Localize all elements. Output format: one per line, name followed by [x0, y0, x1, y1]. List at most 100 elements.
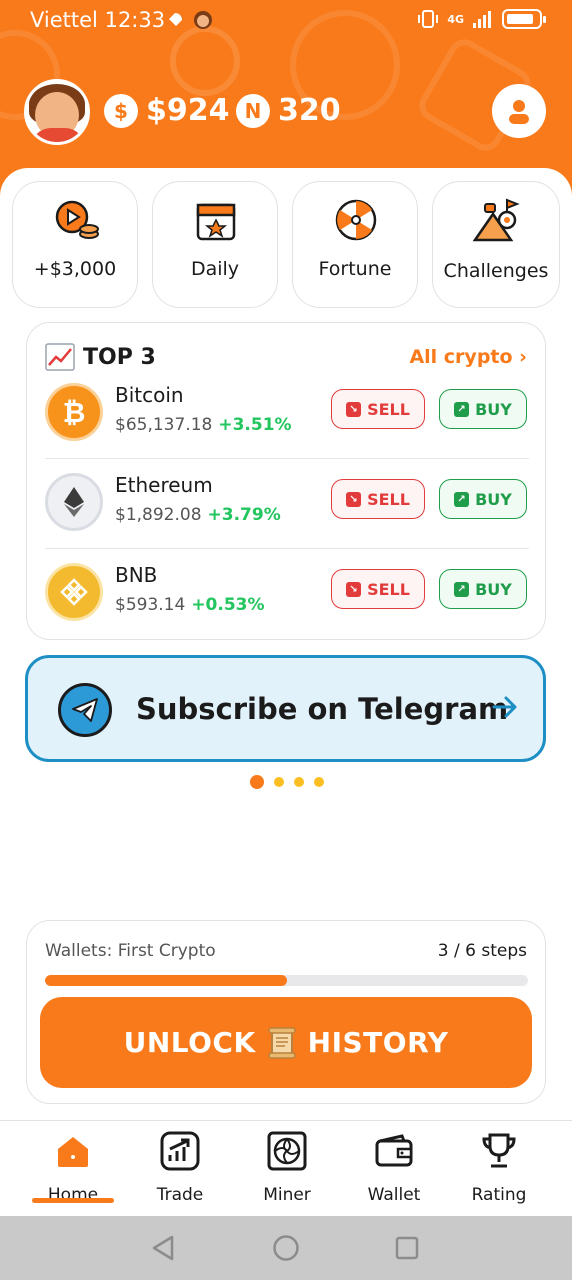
system-navigation-bar: [0, 1216, 572, 1280]
crypto-name: Bitcoin: [115, 383, 184, 407]
progress-label: Wallets: First Crypto: [45, 941, 216, 961]
quick-action-daily[interactable]: Daily: [152, 181, 278, 308]
arrow-down-right-icon: ↘: [346, 401, 362, 417]
chart-increasing-icon: [45, 343, 75, 371]
progress-steps: 3 / 6 steps: [437, 941, 527, 961]
arrow-down-right-icon: ↘: [346, 491, 362, 507]
crypto-price: $1,892.08: [115, 505, 202, 525]
quick-action-challenges[interactable]: Challenges: [432, 181, 560, 308]
quick-actions: +$3,000 Daily Fortune Challenges: [12, 181, 560, 308]
arrow-up-right-icon: ↗: [454, 401, 470, 417]
trophy-icon: [479, 1131, 519, 1171]
crypto-name: BNB: [115, 563, 158, 587]
nav-wallet[interactable]: Wallet: [344, 1129, 444, 1213]
profile-button[interactable]: [492, 84, 546, 138]
sell-button[interactable]: ↘ SELL: [331, 389, 425, 429]
buy-label: BUY: [475, 579, 512, 599]
recents-icon[interactable]: [394, 1235, 420, 1261]
wallet-progress-card: Wallets: First Crypto 3 / 6 steps UNLOCK…: [26, 920, 546, 1104]
crypto-change: +3.51%: [218, 415, 292, 435]
crypto-price-line: $593.14 +0.53%: [115, 595, 265, 615]
sell-label: SELL: [367, 399, 410, 419]
trophy-mountain-icon: [472, 198, 520, 242]
carousel-dot[interactable]: [314, 777, 324, 787]
sell-label: SELL: [367, 489, 410, 509]
wallet-icon: [374, 1131, 414, 1171]
nav-label: Wallet: [367, 1185, 421, 1205]
nav-label: Trade: [156, 1185, 204, 1205]
buy-label: BUY: [475, 399, 512, 419]
video-coins-icon: [55, 200, 99, 239]
quick-action-fortune[interactable]: Fortune: [292, 181, 418, 308]
carousel-dot[interactable]: [294, 777, 304, 787]
telegram-banner-text: Subscribe on Telegram: [136, 692, 509, 726]
home-circle-icon[interactable]: [272, 1234, 300, 1262]
telegram-icon: [58, 683, 112, 737]
clock: 12:33: [104, 8, 166, 32]
nav-miner[interactable]: Miner: [237, 1129, 337, 1213]
quick-action-label: Fortune: [318, 258, 392, 280]
nav-label: Rating: [471, 1185, 527, 1205]
nav-rating[interactable]: Rating: [449, 1129, 549, 1213]
crypto-change: +3.79%: [207, 505, 281, 525]
crypto-price-line: $1,892.08 +3.79%: [115, 505, 281, 525]
n-balance-value: 320: [278, 93, 341, 128]
buy-button[interactable]: ↗ BUY: [439, 479, 527, 519]
progress-bar: [45, 975, 528, 986]
arrow-down-right-icon: ↘: [346, 581, 362, 597]
all-crypto-link[interactable]: All crypto ›: [409, 346, 527, 368]
sell-button[interactable]: ↘ SELL: [331, 479, 425, 519]
arrow-right-icon: [492, 696, 517, 718]
crypto-row-ethereum[interactable]: Ethereum $1,892.08 +3.79% ↘ SELL ↗ BUY: [45, 459, 529, 549]
ethereum-icon: [45, 473, 103, 531]
sell-label: SELL: [367, 579, 410, 599]
crypto-row-bnb[interactable]: BNB $593.14 +0.53% ↘ SELL ↗ BUY: [45, 549, 529, 639]
miner-fan-icon: [267, 1131, 307, 1171]
buy-label: BUY: [475, 489, 512, 509]
buy-button[interactable]: ↗ BUY: [439, 569, 527, 609]
calendar-star-icon: [196, 203, 236, 241]
bitcoin-icon: ₿: [45, 383, 103, 441]
n-balance: N 320: [236, 93, 341, 128]
carousel-dots: [250, 775, 324, 789]
battery-icon: [502, 9, 546, 29]
usd-balance: $ $924: [104, 93, 230, 128]
nav-trade[interactable]: Trade: [130, 1129, 230, 1213]
unlock-history-button[interactable]: UNLOCK HISTORY: [40, 997, 532, 1088]
trade-chart-icon: [160, 1131, 200, 1171]
arrow-up-right-icon: ↗: [454, 581, 470, 597]
quick-action-label: Challenges: [443, 260, 549, 282]
sell-button[interactable]: ↘ SELL: [331, 569, 425, 609]
bnb-icon: [45, 563, 103, 621]
carousel-dot[interactable]: [274, 777, 284, 787]
telegram-banner[interactable]: Subscribe on Telegram: [25, 655, 546, 762]
crypto-name: Ethereum: [115, 473, 213, 497]
quick-action-label: Daily: [190, 258, 240, 280]
scroll-icon: [267, 1026, 296, 1059]
buy-button[interactable]: ↗ BUY: [439, 389, 527, 429]
user-icon: [509, 100, 529, 124]
signal-icon: [473, 11, 491, 28]
crypto-change: +0.53%: [191, 595, 265, 615]
home-icon: [53, 1131, 93, 1171]
crypto-row-bitcoin[interactable]: ₿ Bitcoin $65,137.18 +3.51% ↘ SELL ↗ BUY: [45, 369, 529, 459]
n-coin-icon: N: [236, 93, 270, 128]
network-type: 4G: [447, 12, 464, 26]
back-icon[interactable]: [150, 1234, 178, 1262]
status-notification-icons: [165, 10, 213, 30]
carousel-dot[interactable]: [250, 775, 264, 789]
nav-active-indicator: [32, 1198, 114, 1203]
status-bar: Viettel 12:33 4G: [0, 0, 572, 44]
usd-balance-value: $924: [146, 93, 230, 128]
quick-action-bonus[interactable]: +$3,000: [12, 181, 138, 308]
top-crypto-card: TOP 3 All crypto › ₿ Bitcoin $65,137.18 +…: [26, 322, 546, 640]
top-crypto-heading: TOP 3: [83, 344, 156, 370]
progress-bar-fill: [45, 975, 287, 986]
arrow-up-right-icon: ↗: [454, 491, 470, 507]
mini-avatar-icon: [194, 11, 212, 29]
rocket-icon: [169, 13, 182, 26]
crypto-price: $593.14: [115, 595, 186, 615]
dollar-coin-icon: $: [104, 93, 138, 128]
fortune-wheel-icon: [335, 199, 377, 241]
user-avatar[interactable]: [24, 79, 90, 145]
